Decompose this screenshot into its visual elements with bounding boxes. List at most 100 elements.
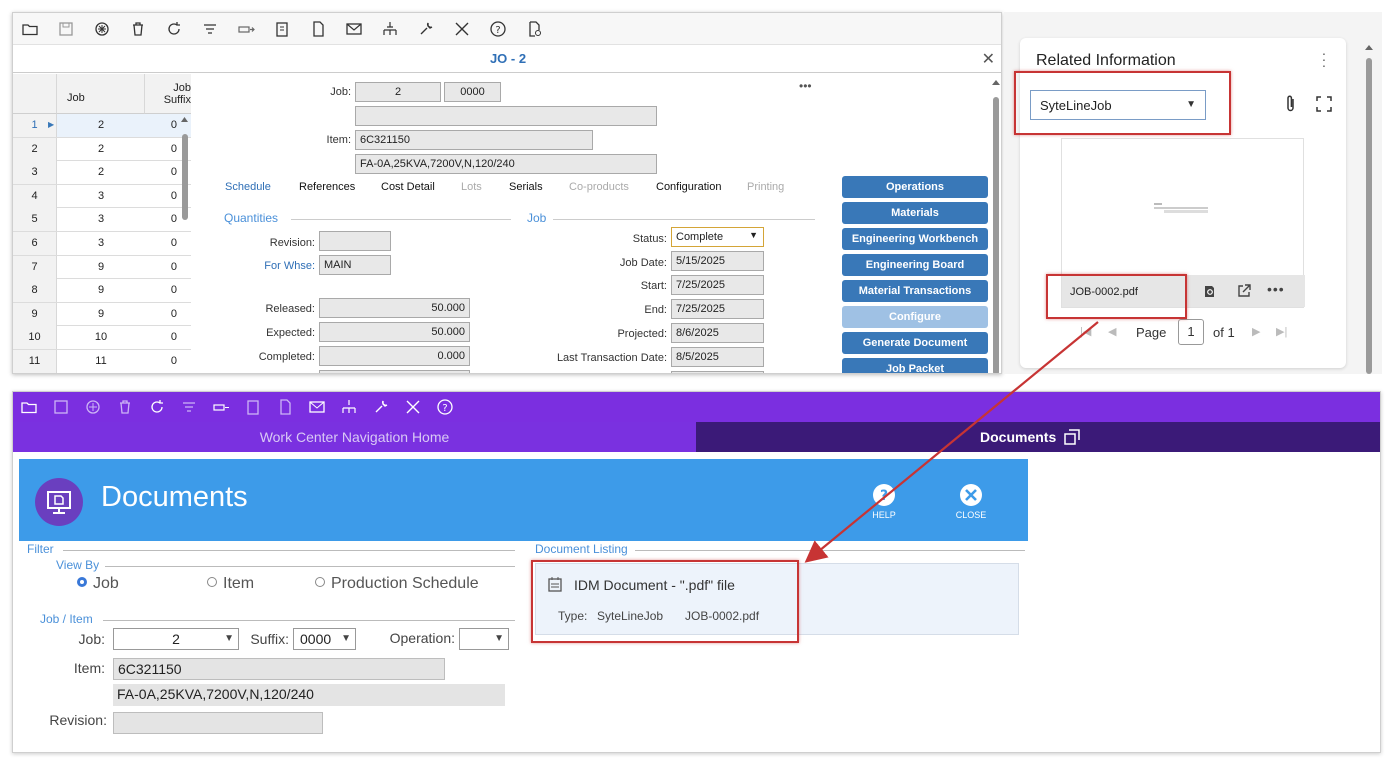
help-icon[interactable]: ? — [436, 398, 454, 416]
materials-button[interactable]: Materials — [842, 202, 988, 224]
save-icon[interactable] — [52, 398, 70, 416]
help-icon[interactable]: ? — [489, 20, 507, 38]
hierarchy-icon[interactable] — [340, 398, 358, 416]
first-page-icon[interactable]: |◀ — [1080, 325, 1091, 338]
end-field[interactable]: 7/25/2025 — [671, 299, 764, 319]
tab-co-products[interactable]: Co-products — [569, 181, 629, 193]
grid-row[interactable]: 8 9 0 — [13, 279, 191, 303]
job-date-field[interactable]: 5/15/2025 — [671, 251, 764, 271]
page-number-input[interactable]: 1 — [1178, 319, 1204, 345]
hierarchy-icon[interactable] — [381, 20, 399, 38]
tab-documents[interactable]: Documents — [696, 422, 1380, 452]
close-button[interactable]: CLOSE — [946, 483, 996, 520]
generate-document-button[interactable]: Generate Document — [842, 332, 988, 354]
operation-select[interactable]: ▼ — [459, 628, 509, 650]
engineering-workbench-button[interactable]: Engineering Workbench — [842, 228, 988, 250]
item-field[interactable]: 6C321150 — [355, 130, 593, 150]
vertical-more-icon[interactable]: · · · — [1320, 46, 1328, 72]
tab-work-center-home[interactable]: Work Center Navigation Home — [13, 422, 696, 452]
tab-lots[interactable]: Lots — [461, 181, 482, 193]
configure-button[interactable]: Configure — [842, 306, 988, 328]
open-external-icon[interactable] — [1237, 284, 1251, 298]
tab-configuration[interactable]: Configuration — [656, 181, 721, 193]
tab-printing[interactable]: Printing — [747, 181, 784, 193]
save-icon[interactable] — [57, 20, 75, 38]
filter-in-place-icon[interactable] — [212, 398, 230, 416]
grid-row[interactable]: 3 2 0 — [13, 161, 191, 185]
clipboard-icon[interactable] — [273, 20, 291, 38]
grid-row[interactable]: 11 11 0 — [13, 350, 191, 373]
delete-icon[interactable] — [116, 398, 134, 416]
new-record-icon[interactable] — [93, 20, 111, 38]
grid-row[interactable]: 4 3 0 — [13, 184, 191, 209]
item-field[interactable]: 6C321150 — [113, 658, 445, 680]
tools-icon[interactable] — [404, 398, 422, 416]
previous-page-icon[interactable]: ◀ — [1108, 325, 1116, 338]
folder-open-icon[interactable] — [20, 398, 38, 416]
tab-references[interactable]: References — [299, 181, 355, 193]
document-settings-icon[interactable] — [525, 20, 543, 38]
row-number: 7 — [13, 255, 57, 279]
refresh-icon[interactable] — [165, 20, 183, 38]
tab-schedule[interactable]: Schedule — [225, 181, 271, 193]
grid-row[interactable]: 9 9 0 — [13, 302, 191, 327]
close-icon[interactable]: ✕ — [982, 49, 995, 69]
radio-item[interactable]: Item — [207, 575, 254, 593]
job-description-field[interactable] — [355, 106, 657, 126]
wrench-icon[interactable] — [372, 398, 390, 416]
for-whse-field[interactable]: MAIN — [319, 255, 391, 275]
grid-header-suffix[interactable]: Job Suffix — [145, 74, 191, 114]
next-page-icon[interactable]: ▶ — [1252, 325, 1260, 338]
tools-icon[interactable] — [453, 20, 471, 38]
filter-in-place-icon[interactable] — [237, 20, 255, 38]
popout-icon[interactable] — [1064, 429, 1080, 445]
document-icon[interactable] — [309, 20, 327, 38]
engineering-board-button[interactable]: Engineering Board — [842, 254, 988, 276]
wrench-icon[interactable] — [417, 20, 435, 38]
job-select[interactable]: 2 ▼ — [113, 628, 239, 650]
grid-row[interactable]: 1 ▶ 2 0 — [13, 114, 191, 138]
grid-row[interactable]: 6 3 0 — [13, 232, 191, 256]
clipboard-icon[interactable] — [244, 398, 262, 416]
refresh-icon[interactable] — [148, 398, 166, 416]
grid-row[interactable]: 2 2 0 — [13, 137, 191, 162]
material-transactions-button[interactable]: Material Transactions — [842, 280, 988, 302]
expand-icon[interactable] — [1316, 96, 1332, 112]
document-icon[interactable] — [276, 398, 294, 416]
related-panel-scrollbar[interactable] — [1364, 28, 1374, 374]
new-record-icon[interactable] — [84, 398, 102, 416]
paperclip-icon[interactable] — [1284, 94, 1298, 114]
revision-field[interactable] — [113, 712, 323, 734]
for-whse-label[interactable]: For Whse: — [223, 260, 315, 272]
last-page-icon[interactable]: ▶| — [1276, 325, 1287, 338]
help-button[interactable]: ? HELP — [859, 483, 909, 520]
delete-icon[interactable] — [129, 20, 147, 38]
job-field[interactable]: 2 — [355, 82, 441, 102]
tab-serials[interactable]: Serials — [509, 181, 543, 193]
grid-row[interactable]: 5 3 0 — [13, 208, 191, 232]
job-suffix-field[interactable]: 0000 — [444, 82, 501, 102]
tab-cost-detail[interactable]: Cost Detail — [381, 181, 435, 193]
grid-row[interactable]: 7 9 0 — [13, 255, 191, 280]
grid-row[interactable]: 10 10 0 — [13, 326, 191, 350]
suffix-select[interactable]: 0000 ▼ — [293, 628, 356, 650]
job-packet-button[interactable]: Job Packet — [842, 358, 988, 373]
filter-icon[interactable] — [201, 20, 219, 38]
radio-production-schedule[interactable]: Production Schedule — [315, 575, 479, 593]
mail-icon[interactable] — [308, 398, 326, 416]
expected-field[interactable]: 50.000 — [319, 322, 470, 342]
revision-field[interactable] — [319, 231, 391, 251]
form-scrollbar[interactable] — [990, 77, 1001, 373]
filter-icon[interactable] — [180, 398, 198, 416]
preview-icon[interactable] — [1204, 284, 1218, 298]
start-field[interactable]: 7/25/2025 — [671, 275, 764, 295]
more-options-icon[interactable]: ••• — [799, 79, 812, 93]
status-select[interactable]: Complete ▼ — [671, 227, 764, 247]
grid-scrollbar[interactable] — [180, 114, 189, 373]
grid-header-job[interactable]: Job — [57, 74, 145, 114]
folder-open-icon[interactable] — [21, 20, 39, 38]
operations-button[interactable]: Operations — [842, 176, 988, 198]
radio-job[interactable]: Job — [77, 575, 119, 593]
more-options-icon[interactable]: ••• — [1267, 281, 1285, 297]
mail-icon[interactable] — [345, 20, 363, 38]
